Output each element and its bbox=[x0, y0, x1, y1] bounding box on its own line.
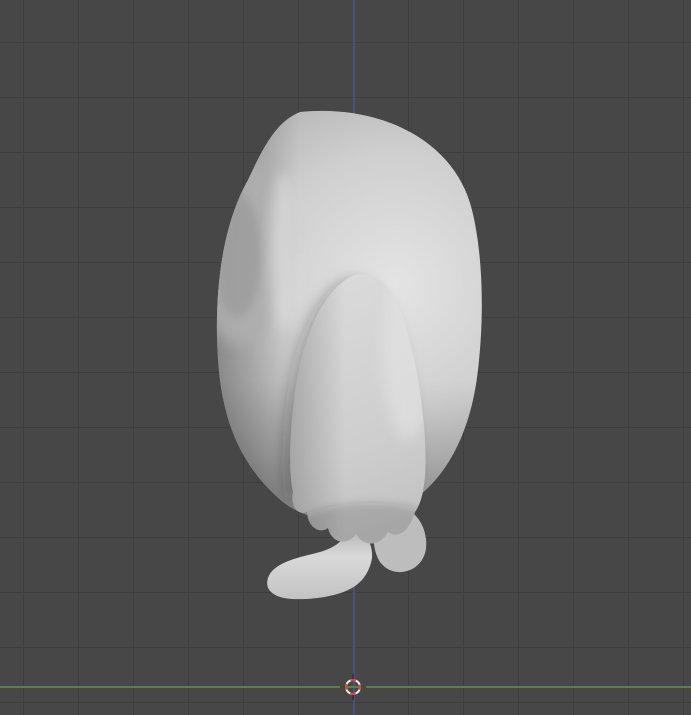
3d-viewport[interactable] bbox=[0, 0, 691, 715]
sculpt-model[interactable] bbox=[0, 0, 691, 715]
model-foot bbox=[267, 524, 373, 600]
3d-cursor bbox=[340, 674, 366, 700]
